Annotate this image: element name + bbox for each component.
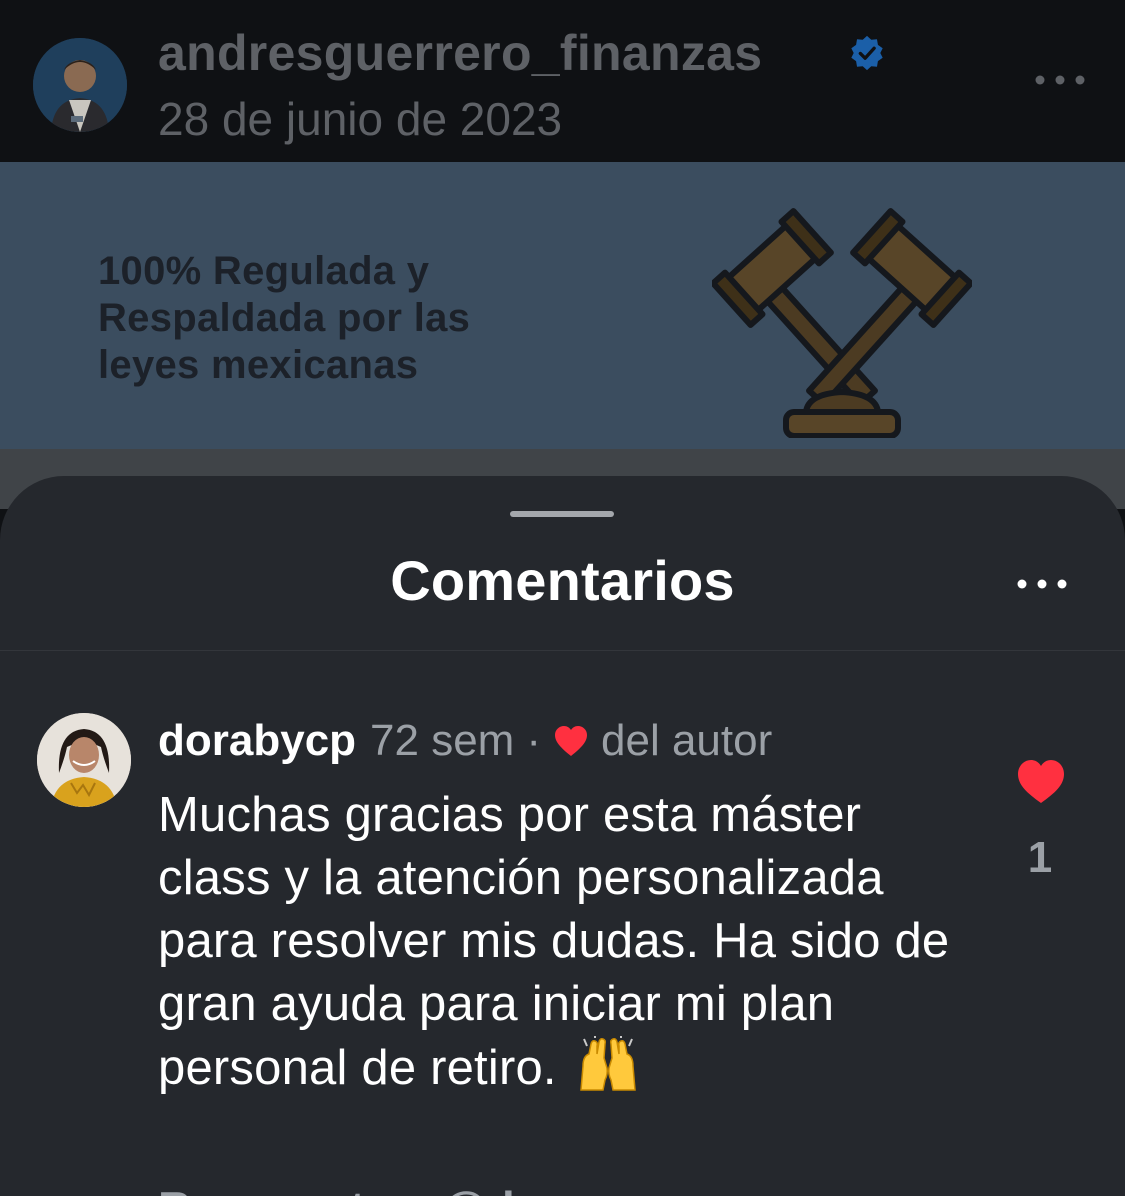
comment-text: Muchas gracias por esta máster class y l… <box>158 784 978 1100</box>
sheet-title: Comentarios <box>390 549 735 612</box>
comment-avatar[interactable] <box>37 713 131 807</box>
sheet-drag-handle[interactable] <box>510 511 614 517</box>
more-horizontal-icon[interactable] <box>1012 566 1072 602</box>
meta-separator: · <box>526 716 541 765</box>
comment-username[interactable]: dorabycp <box>158 716 356 766</box>
raising-hands-icon <box>579 1036 636 1091</box>
gavel-icon <box>712 208 972 438</box>
like-heart-icon[interactable] <box>1016 758 1066 806</box>
author-like-label: del autor <box>601 716 773 765</box>
comment-timestamp: 72 sem <box>370 716 515 765</box>
post-image-text: 100% Regulada y Respaldada por las leyes… <box>98 249 471 387</box>
verified-badge-icon <box>851 35 883 71</box>
post-header: andresguerrero_finanzas 28 de junio de 2… <box>0 0 1125 162</box>
next-comment-preview: Respuesta a @dora <box>158 1181 586 1196</box>
screen: andresguerrero_finanzas 28 de junio de 2… <box>0 0 1125 1196</box>
post-date: 28 de junio de 2023 <box>158 93 563 145</box>
author-heart-icon <box>555 726 587 756</box>
comments-sheet: Comentarios dorabycp 72 sem · del autor … <box>0 476 1125 1196</box>
more-horizontal-icon[interactable] <box>1030 62 1090 98</box>
sheet-divider <box>0 650 1125 651</box>
like-count: 1 <box>1027 833 1053 882</box>
comment-text-content: Muchas gracias por esta máster class y l… <box>158 788 950 1095</box>
post-image[interactable]: 100% Regulada y Respaldada por las leyes… <box>0 162 1125 449</box>
post-author-username[interactable]: andresguerrero_finanzas <box>158 24 762 82</box>
comment-meta: dorabycp 72 sem · del autor <box>158 714 772 768</box>
post-author-avatar[interactable] <box>33 38 127 132</box>
